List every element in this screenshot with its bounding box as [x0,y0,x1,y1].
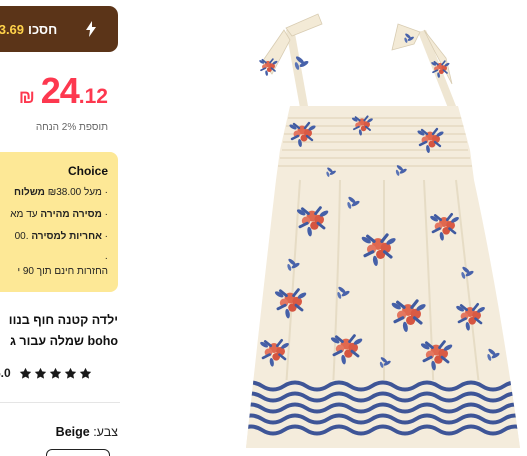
price-decimal: .12 [78,85,108,108]
color-value: Beige [55,425,90,439]
choice-benefit-delivery-guarantee: · אחריות למסירה .00 [14,231,108,242]
rating-stars [19,367,92,380]
price-currency: ₪ [18,87,35,107]
promo-label: חסכו [28,21,58,37]
choice-benefit-fast-delivery: · מסירה מהירה עד מא [10,209,108,220]
promo-savings-banner: חסכו ₪53.69 [0,6,118,52]
promo-amount: ₪53.69 [0,21,25,37]
product-image-dress[interactable] [152,0,527,456]
choice-benefit-shipping: · מעל ₪38.00 משלוח [13,187,108,198]
product-title-line-2: boho שמלה עבור ג [9,334,118,348]
extra-discount-note: תוספת 2% הנחה [35,122,108,133]
product-title-line-1: ילדה קטנה חוף בנוו [8,313,118,327]
star-icon [34,367,46,379]
choice-benefits-box[interactable]: Choice · מעל ₪38.00 משלוח · מסירה מהירה … [0,152,118,292]
product-title[interactable]: ילדה קטנה חוף בנוו boho שמלה עבור ג [0,312,118,354]
choice-bullet: · [104,253,108,264]
star-icon [19,367,31,379]
color-selector-label: צבע: Beige [56,425,118,439]
product-info-panel: חסכו ₪53.69 ₪ 24.12 תוספת 2% הנחה Choice… [0,0,120,456]
lightning-icon [86,21,96,37]
star-icon [49,367,61,379]
price: ₪ 24.12 [19,70,108,112]
star-icon [64,367,76,379]
color-swatch-beige[interactable] [46,449,110,456]
choice-free-returns: החזרות חינם תוך 90 י [17,266,108,277]
rating-score: 5.0 [0,366,11,380]
color-key: צבע: [93,425,118,439]
price-integer: 24 [40,70,80,111]
section-divider [0,402,120,403]
star-icon [79,367,91,379]
rating[interactable]: 5.0 [0,366,92,380]
choice-title: Choice [67,164,108,178]
